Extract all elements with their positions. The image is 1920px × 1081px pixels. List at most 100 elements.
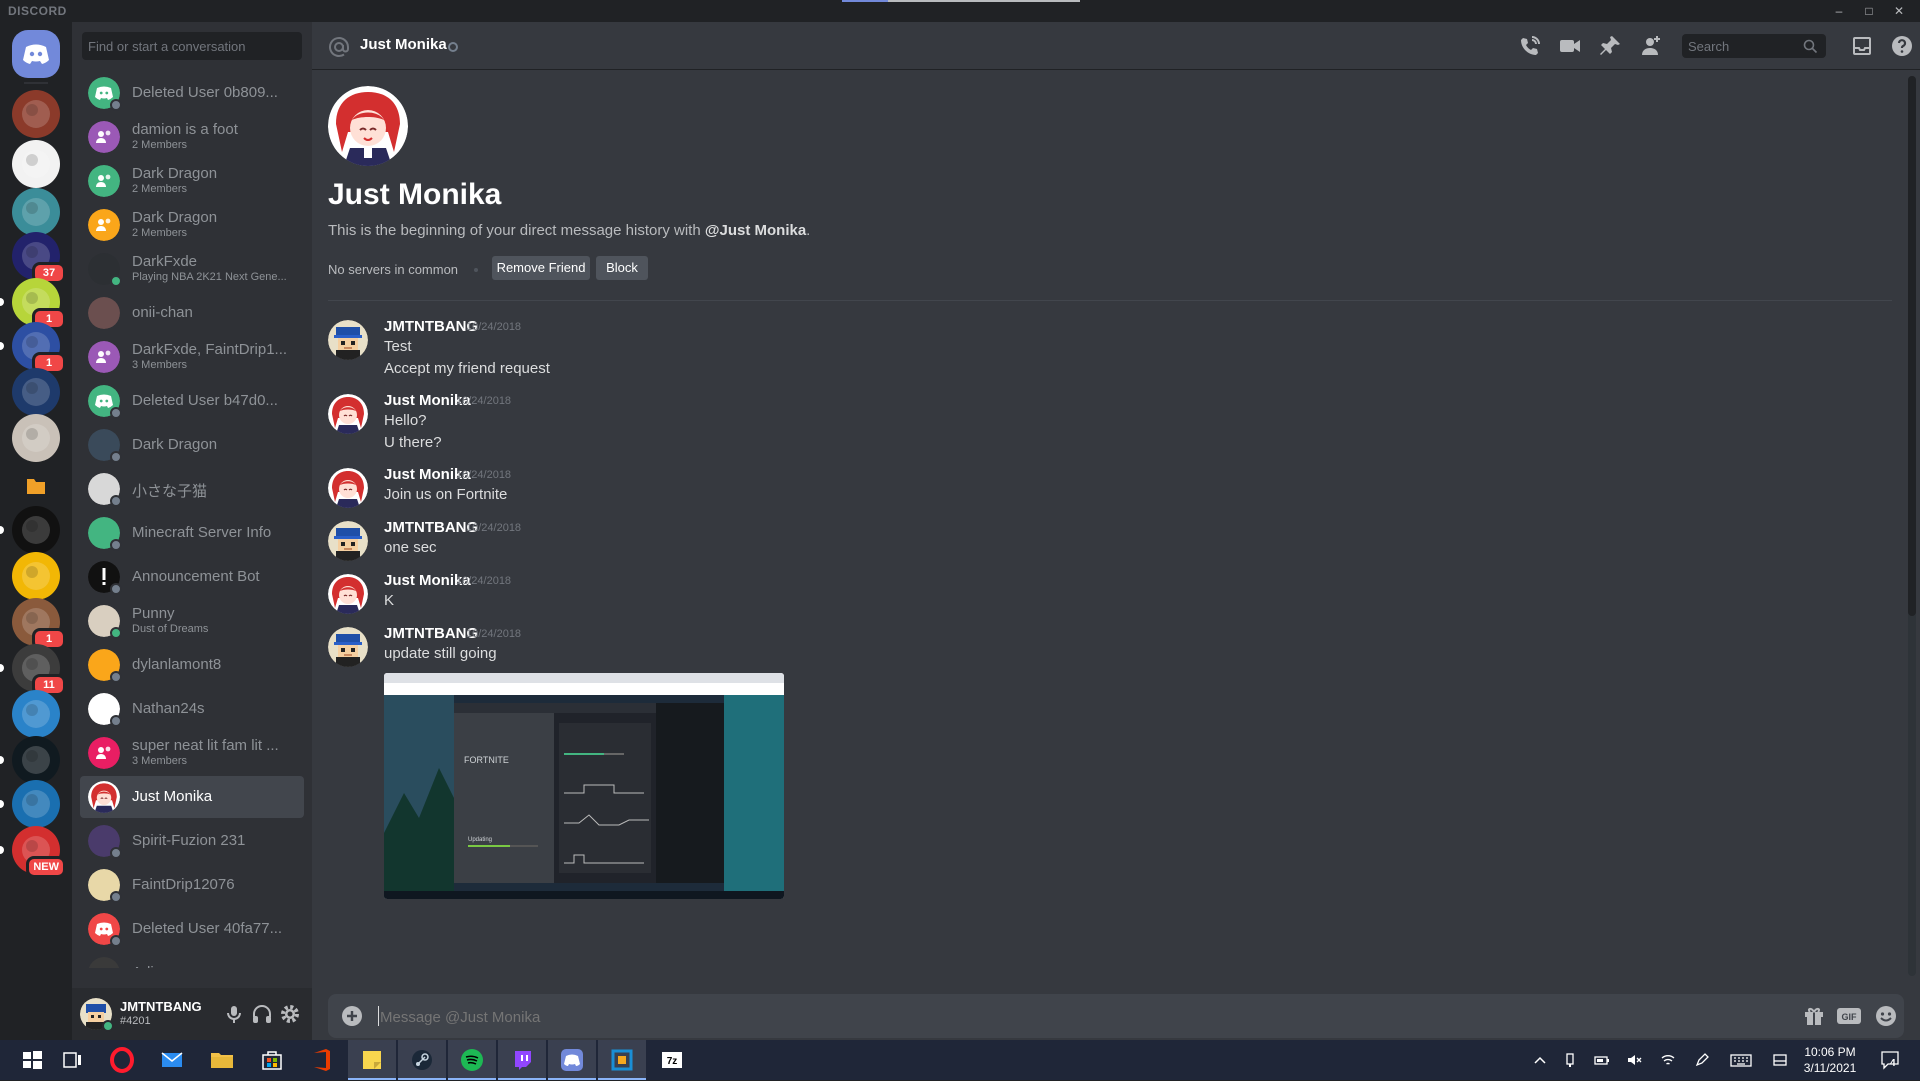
scrollbar-thumb[interactable] — [1908, 76, 1916, 616]
add-friend-to-dm-icon[interactable] — [1638, 34, 1662, 58]
pinned-messages-icon[interactable] — [1598, 34, 1622, 58]
dm-name: Deleted User 0b809... — [132, 84, 278, 101]
dm-item[interactable]: 小さな子猫 — [80, 468, 304, 510]
office-icon[interactable] — [306, 1044, 338, 1076]
find-conversation-input[interactable]: Find or start a conversation — [82, 32, 302, 60]
dm-item[interactable]: Deleted User 40fa77... — [80, 908, 304, 950]
dm-item[interactable]: Spirit-Fuzion 231 — [80, 820, 304, 862]
gif-picker-icon[interactable]: GIF — [1836, 1004, 1862, 1028]
block-button[interactable]: Block — [596, 256, 648, 280]
volume-muted-icon[interactable] — [1626, 1052, 1642, 1068]
dm-item[interactable]: Just Monika — [80, 776, 304, 818]
server-list: 37 1 1 1 11 NEW — [0, 22, 72, 1040]
dm-item[interactable]: FaintDrip12076 — [80, 864, 304, 906]
store-icon[interactable] — [256, 1044, 288, 1076]
pen-workspace-icon[interactable] — [1694, 1052, 1710, 1068]
emoji-picker-icon[interactable] — [1874, 1004, 1898, 1028]
server-icon-server-3[interactable] — [12, 188, 60, 236]
dm-item[interactable]: Minecraft Server Info — [80, 512, 304, 554]
message-avatar[interactable] — [328, 627, 368, 667]
touch-keyboard-icon[interactable] — [1730, 1052, 1752, 1068]
dm-item[interactable]: Deleted User b47d0... — [80, 380, 304, 422]
server-icon-parks-and-recreation[interactable]: 1 — [12, 598, 66, 650]
dm-item[interactable]: Announcement Bot — [80, 556, 304, 598]
taskbar-clock[interactable]: 10:06 PM 3/11/2021 — [1794, 1044, 1866, 1076]
steam-icon[interactable] — [406, 1044, 438, 1076]
message-author[interactable]: JMTNTBANG — [384, 318, 478, 335]
remove-friend-button[interactable]: Remove Friend — [492, 256, 590, 280]
headphones-icon[interactable] — [250, 1002, 274, 1026]
server-icon-server-1[interactable] — [12, 90, 60, 138]
inbox-icon[interactable] — [1850, 34, 1874, 58]
discord-icon[interactable] — [556, 1044, 588, 1076]
dm-item[interactable]: Dark Dragon — [80, 424, 304, 466]
image-attachment[interactable]: FORTNITE Updating — [384, 673, 784, 899]
spotify-icon[interactable] — [456, 1044, 488, 1076]
voice-call-icon[interactable] — [1518, 34, 1542, 58]
server-icon-emc[interactable] — [12, 780, 60, 828]
battery-icon[interactable] — [1594, 1052, 1610, 1068]
server-icon-home[interactable] — [12, 30, 60, 78]
settings-gear-icon[interactable] — [278, 1002, 302, 1026]
dm-item[interactable]: Nathan24s — [80, 688, 304, 730]
dm-item[interactable]: DarkFxde Playing NBA 2K21 Next Gene... — [80, 248, 304, 290]
virtualbox-icon[interactable] — [606, 1044, 638, 1076]
dm-item[interactable]: super neat lit fam lit ... 3 Members — [80, 732, 304, 774]
show-hidden-icons-chevron-icon[interactable] — [1532, 1052, 1548, 1068]
microphone-icon[interactable] — [222, 1002, 246, 1026]
chat-area: Just Monika Search Just Monika This is t — [312, 22, 1920, 1040]
dm-item[interactable]: dylanlamont8 — [80, 644, 304, 686]
dm-item[interactable]: DarkFxde, FaintDrip1... 3 Members — [80, 336, 304, 378]
message-avatar[interactable] — [328, 320, 368, 360]
message-avatar[interactable] — [328, 521, 368, 561]
file-explorer-icon[interactable] — [206, 1044, 238, 1076]
dm-item[interactable]: onii-chan — [80, 292, 304, 334]
dm-name: Deleted User 40fa77... — [132, 920, 283, 937]
server-icon-dunder-mifflin[interactable] — [12, 506, 60, 554]
close-button[interactable]: ✕ — [1884, 2, 1914, 20]
dm-item[interactable]: Adin — [80, 952, 304, 968]
sticky-notes-icon[interactable] — [356, 1044, 388, 1076]
maximize-button[interactable]: □ — [1854, 2, 1884, 20]
usb-device-icon[interactable] — [1562, 1052, 1578, 1068]
chat-scrollbar[interactable] — [1908, 76, 1916, 976]
server-icon-server-8[interactable] — [12, 414, 60, 462]
upload-plus-icon[interactable] — [340, 1004, 364, 1028]
dm-name: Punny — [132, 605, 175, 622]
video-call-icon[interactable] — [1558, 34, 1582, 58]
dm-item[interactable]: damion is a foot 2 Members — [80, 116, 304, 158]
server-icon-server-6[interactable]: 1 — [12, 322, 66, 374]
message-input[interactable] — [380, 1006, 1680, 1028]
windows-start-icon[interactable] — [16, 1044, 48, 1076]
task-view-icon[interactable] — [56, 1044, 88, 1076]
dm-item[interactable]: Punny Dust of Dreams — [80, 600, 304, 642]
server-icon-server-new[interactable]: NEW — [12, 826, 66, 878]
dm-item[interactable]: Dark Dragon 2 Members — [80, 160, 304, 202]
server-icon-server-2[interactable] — [12, 140, 60, 188]
opera-icon[interactable] — [106, 1044, 138, 1076]
server-icon-server-4[interactable]: 37 — [12, 232, 66, 284]
twitch-icon[interactable] — [506, 1044, 538, 1076]
wifi-icon[interactable] — [1660, 1052, 1676, 1068]
server-icon-folder[interactable] — [12, 462, 60, 510]
action-center-notifications-icon[interactable]: 4 — [1880, 1050, 1902, 1070]
message-author[interactable]: JMTNTBANG — [384, 625, 478, 642]
7zip-icon[interactable]: 7z — [656, 1044, 688, 1076]
mail-icon[interactable] — [156, 1044, 188, 1076]
server-icon-sharkbyte[interactable] — [12, 736, 60, 784]
server-icon-server-14[interactable]: 11 — [12, 644, 66, 696]
server-icon-server-5[interactable]: 1 — [12, 278, 66, 330]
server-icon-sega-forever[interactable] — [12, 552, 60, 600]
help-icon[interactable] — [1890, 34, 1914, 58]
server-icon-rocket-league[interactable] — [12, 368, 60, 416]
dm-item[interactable]: Dark Dragon 2 Members — [80, 204, 304, 246]
minimize-button[interactable]: – — [1824, 2, 1854, 20]
dm-item[interactable]: Deleted User 0b809... — [80, 72, 304, 114]
message-avatar[interactable] — [328, 468, 368, 508]
message-avatar[interactable] — [328, 394, 368, 434]
server-icon-supreme-dudes[interactable] — [12, 690, 60, 738]
message-avatar[interactable] — [328, 574, 368, 614]
gift-icon[interactable] — [1802, 1004, 1826, 1028]
input-indicator-icon[interactable] — [1772, 1052, 1788, 1068]
message-author[interactable]: JMTNTBANG — [384, 519, 478, 536]
